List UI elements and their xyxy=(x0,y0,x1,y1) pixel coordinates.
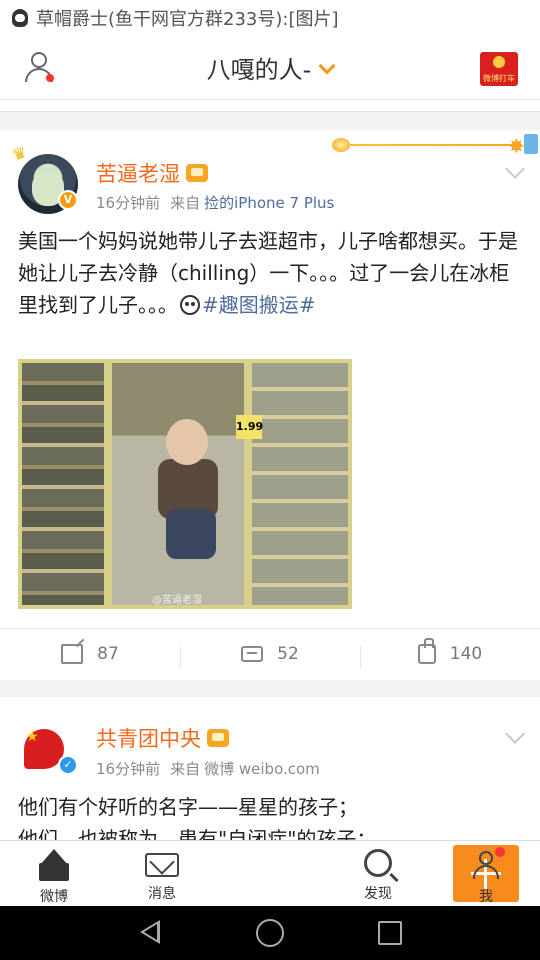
post-source: 微博 weibo.com xyxy=(204,760,320,778)
thumbs-up-icon xyxy=(417,637,436,664)
chevron-down-icon[interactable] xyxy=(505,159,525,179)
tab-messages[interactable]: 消息 xyxy=(108,841,216,906)
verified-badge-icon: ✓ xyxy=(58,755,78,775)
comment-button[interactable]: 52 xyxy=(180,643,360,668)
top-nav-bar: 八嘎的人- 微博打车 xyxy=(0,36,540,100)
feed-top-strip xyxy=(0,100,540,112)
topic-tag[interactable]: #趣图搬运# xyxy=(202,293,316,317)
home-icon xyxy=(37,849,71,881)
image-watermark: @苦逼老湿 xyxy=(152,595,202,606)
bottom-tab-bar: 微博 消息 发现 我 xyxy=(0,840,540,906)
post-text: 他们有个好听的名字——星星的孩子； 他们，也被称为，患有"自闭症"的孩子； xyxy=(18,795,377,840)
post-actions: 87 52 140 xyxy=(0,628,540,678)
post-source[interactable]: 捡的iPhone 7 Plus xyxy=(204,194,334,212)
post-image[interactable]: 1.99 @苦逼老湿 xyxy=(18,359,352,609)
post-author[interactable]: 共青团中央 xyxy=(96,723,229,753)
back-icon[interactable] xyxy=(140,920,160,944)
tab-compose[interactable] xyxy=(216,841,519,906)
red-packet-label: 微博打车 xyxy=(483,74,515,83)
recent-apps-icon[interactable] xyxy=(378,921,402,945)
post-text: 美国一个妈妈说她带儿子去逛超市，儿子啥都想买。于是她让儿子去冷静（chillin… xyxy=(18,229,518,317)
comment-count: 52 xyxy=(277,643,299,664)
feed-post[interactable]: ✓ 共青团中央 16分钟前来自微博 weibo.com 他们有个好听的名字——星… xyxy=(0,697,540,840)
home-circle-icon[interactable] xyxy=(256,919,284,947)
group-title: 八嘎的人- xyxy=(206,56,312,84)
price-tag: 1.99 xyxy=(236,415,263,439)
comment-icon xyxy=(241,645,264,662)
source-prefix: 来自 xyxy=(170,760,201,778)
tab-discover[interactable]: 发现 xyxy=(324,841,432,906)
tab-me[interactable]: 我 xyxy=(432,841,540,906)
decorative-banner: ✸ xyxy=(330,132,540,158)
post-time: 16分钟前 xyxy=(96,194,161,212)
chevron-down-icon xyxy=(318,57,336,75)
group-selector[interactable]: 八嘎的人- xyxy=(0,50,540,85)
red-packet-icon[interactable]: 微博打车 xyxy=(480,52,518,86)
post-time: 16分钟前 xyxy=(96,760,161,778)
status-bar: 草帽爵士(鱼干网官方群233号):[图片] xyxy=(0,0,540,36)
search-icon xyxy=(364,849,392,877)
post-meta: 16分钟前 来自 微博 weibo.com xyxy=(96,758,320,779)
post-meta: 16分钟前 来自 捡的iPhone 7 Plus xyxy=(96,192,334,213)
profile-icon xyxy=(469,847,505,880)
verified-badge-icon: V xyxy=(58,190,78,210)
system-nav-bar xyxy=(0,906,540,960)
tab-home[interactable]: 微博 xyxy=(0,841,108,906)
feed-post[interactable]: ✸ ♛ V 苦逼老湿 16分钟前 来自 捡的iPhone 7 Plus 美国一个妈妈… xyxy=(0,130,540,680)
like-button[interactable]: 140 xyxy=(360,637,540,668)
notification-text: 草帽爵士(鱼干网官方群233号):[图片] xyxy=(36,9,339,30)
vip-crown-icon xyxy=(207,729,229,747)
chevron-down-icon[interactable] xyxy=(505,724,525,744)
qq-icon xyxy=(12,9,28,27)
share-button[interactable]: 87 xyxy=(0,643,180,664)
share-icon xyxy=(61,643,84,664)
share-count: 87 xyxy=(97,643,119,664)
source-prefix: 来自 xyxy=(170,194,201,212)
panda-emoji-icon xyxy=(180,295,200,315)
like-count: 140 xyxy=(449,643,483,664)
vip-crown-icon xyxy=(186,164,208,182)
mail-icon xyxy=(145,853,179,877)
post-author[interactable]: 苦逼老湿 xyxy=(96,158,208,188)
